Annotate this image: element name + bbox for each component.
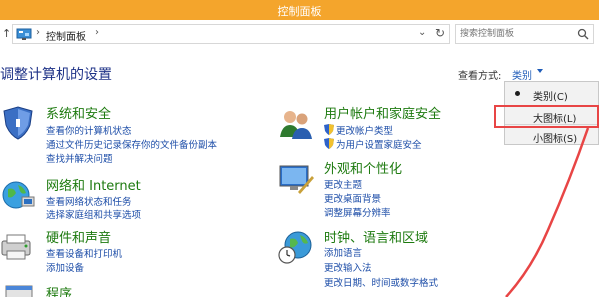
search-box[interactable] bbox=[455, 24, 594, 44]
category-link[interactable]: 为用户设置家庭安全 bbox=[336, 137, 422, 151]
appearance-icon[interactable] bbox=[278, 162, 314, 198]
users-icon[interactable] bbox=[278, 105, 314, 141]
chevron-down-icon[interactable] bbox=[537, 69, 543, 73]
category-title[interactable]: 时钟、语言和区域 bbox=[324, 227, 428, 246]
breadcrumb-chevron-icon[interactable]: › bbox=[95, 27, 99, 38]
category-link[interactable]: 添加语言 bbox=[324, 245, 362, 259]
breadcrumb[interactable]: 控制面板 bbox=[46, 28, 86, 43]
selected-bullet-icon bbox=[515, 91, 520, 96]
programs-icon[interactable] bbox=[2, 282, 38, 297]
search-input[interactable] bbox=[460, 27, 575, 41]
category-link[interactable]: 查看你的计算机状态 bbox=[46, 123, 132, 137]
address-bar[interactable]: › 控制面板 › ⌄ ↻ bbox=[12, 24, 450, 44]
address-row: ↑ › 控制面板 › ⌄ ↻ bbox=[0, 21, 599, 47]
category-title[interactable]: 用户帐户和家庭安全 bbox=[324, 103, 441, 122]
category-link[interactable]: 调整屏幕分辨率 bbox=[324, 205, 391, 219]
page-title: 调整计算机的设置 bbox=[0, 67, 112, 83]
category-title[interactable]: 硬件和声音 bbox=[46, 227, 111, 246]
control-panel-icon bbox=[16, 28, 32, 40]
category-title[interactable]: 网络和 Internet bbox=[46, 175, 141, 194]
category-link[interactable]: 通过文件历史记录保存你的文件备份副本 bbox=[46, 137, 217, 151]
category-link[interactable]: 查看设备和打印机 bbox=[46, 246, 122, 260]
system-security-icon[interactable] bbox=[0, 105, 36, 141]
window-title: 控制面板 bbox=[277, 5, 322, 18]
network-icon[interactable] bbox=[0, 177, 36, 213]
category-link[interactable]: 更改主题 bbox=[324, 177, 362, 191]
category-link[interactable]: 选择家庭组和共享选项 bbox=[46, 207, 141, 221]
title-bar: 控制面板 bbox=[0, 0, 599, 20]
view-by-label: 查看方式: bbox=[458, 71, 502, 82]
category-link[interactable]: 更改日期、时间或数字格式 bbox=[324, 275, 438, 289]
category-link[interactable]: 添加设备 bbox=[46, 260, 84, 274]
category-link[interactable]: 更改帐户类型 bbox=[336, 123, 393, 137]
menu-item-label: 类别(C) bbox=[533, 92, 568, 103]
uac-shield-icon bbox=[324, 138, 334, 149]
clock-globe-icon[interactable] bbox=[278, 229, 314, 265]
category-link[interactable]: 更改输入法 bbox=[324, 260, 372, 274]
refresh-icon[interactable]: ↻ bbox=[435, 26, 445, 40]
hardware-sound-icon[interactable] bbox=[0, 229, 36, 265]
category-title[interactable]: 系统和安全 bbox=[46, 103, 111, 122]
category-title[interactable]: 程序 bbox=[46, 283, 72, 297]
category-link[interactable]: 更改桌面背景 bbox=[324, 191, 381, 205]
category-link[interactable]: 查找并解决问题 bbox=[46, 151, 113, 165]
search-icon[interactable] bbox=[577, 28, 589, 40]
breadcrumb-separator-icon: › bbox=[36, 27, 40, 38]
up-arrow-icon[interactable]: ↑ bbox=[2, 27, 12, 41]
view-by-dropdown[interactable]: 类别 bbox=[512, 67, 532, 82]
history-dropdown-icon[interactable]: ⌄ bbox=[418, 27, 426, 38]
category-title[interactable]: 外观和个性化 bbox=[324, 158, 402, 177]
category-link[interactable]: 查看网络状态和任务 bbox=[46, 194, 132, 208]
menu-item-category[interactable]: 类别(C) bbox=[505, 84, 599, 104]
uac-shield-icon bbox=[324, 124, 334, 135]
annotation-arrow bbox=[505, 127, 590, 297]
